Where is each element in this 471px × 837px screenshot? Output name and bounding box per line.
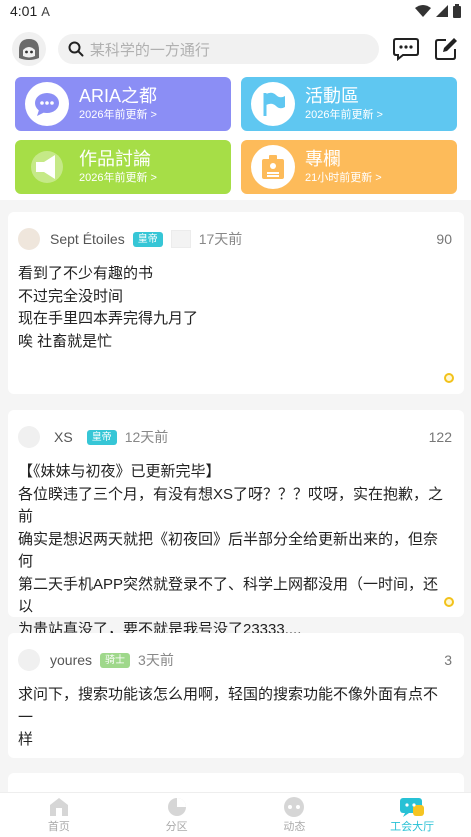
tile-icon-holder [25, 145, 69, 189]
post-author[interactable]: youres [50, 652, 92, 668]
category-updated: 2026年前更新 > [79, 172, 157, 184]
reply-count: 3 [444, 652, 452, 668]
post-line: 【《妹妹与初夜》已更新完毕】 [18, 463, 221, 480]
category-icon [167, 797, 186, 816]
post-card[interactable]: Sept Étoiles 皇帝 17天前 90 看到了不少有趣的书 不过完全没时… [8, 212, 464, 394]
category-column[interactable]: 專欄 21小时前更新 > [241, 140, 457, 194]
category-aria[interactable]: ARIA之都 2026年前更新 > [15, 77, 231, 131]
category-title: ARIA之都 [79, 86, 158, 106]
tile-icon-holder [251, 145, 295, 189]
bottom-nav: 首页 分区 动态 工会大厅 [0, 792, 471, 837]
post-time: 17天前 [198, 231, 243, 247]
status-icons [415, 4, 461, 18]
post-line: 第二天手机APP突然就登录不了、科学上网都没用（一时间，还以 [18, 575, 439, 616]
status-badge: 骑士 [100, 652, 131, 668]
guild-hall-icon [400, 797, 425, 817]
battery-icon [453, 4, 461, 18]
avatar[interactable] [18, 649, 40, 671]
avatar[interactable] [18, 228, 40, 250]
post-line: 确实是想迟两天就把《初夜回》后半部分全给更新出来的，但奈何 [18, 530, 439, 571]
category-grid: ARIA之都 2026年前更新 > 活動區 2026年前更新 > 作品討論 20… [0, 76, 471, 200]
status-time: 4:01 [10, 3, 38, 19]
search-icon [68, 41, 84, 57]
nav-category[interactable]: 分区 [118, 793, 236, 837]
post-header: XS 皇帝 12天前 122 [18, 426, 452, 448]
nav-label: 分区 [165, 820, 188, 833]
category-works[interactable]: 作品討論 2026年前更新 > [15, 140, 231, 194]
post-card[interactable]: youres 骑士 3天前 3 求问下，搜索功能该怎么用啊，轻国的搜索功能不像外… [8, 633, 464, 758]
status-bar: 4:01 A [0, 0, 471, 22]
chat-bubble-icon [35, 93, 59, 116]
wifi-icon [415, 5, 431, 17]
tile-icon-holder [25, 82, 69, 126]
tile-text: 專欄 21小时前更新 > [305, 149, 382, 185]
home-icon [49, 797, 68, 816]
category-updated: 2026年前更新 > [305, 109, 383, 121]
category-updated: 21小时前更新 > [305, 172, 382, 184]
post-line: 样 [18, 731, 34, 748]
edit-icon [435, 38, 458, 60]
reply-count: 90 [436, 231, 452, 247]
status-badge: 皇帝 [86, 429, 117, 445]
post-author[interactable]: XS [54, 429, 73, 445]
nav-label: 工会大厅 [390, 820, 435, 833]
category-activity[interactable]: 活動區 2026年前更新 > [241, 77, 457, 131]
tile-icon-holder [251, 82, 295, 126]
category-title: 作品討論 [79, 149, 151, 169]
post-line: 各位睽违了三个月，有没有想XS了呀？？？哎呀，实在抱歉，之前 [18, 485, 444, 526]
nav-label: 首页 [47, 820, 70, 833]
post-content: 【《妹妹与初夜》已更新完毕】 各位睽违了三个月，有没有想XS了呀？？？哎呀，实在… [18, 461, 450, 641]
compose-button[interactable] [433, 36, 459, 62]
chat-bubble-icon [393, 38, 420, 61]
search-placeholder: 某科学的一方通行 [89, 41, 210, 59]
notification-icon: A [41, 3, 50, 19]
nav-dynamic[interactable]: 动态 [236, 793, 354, 837]
post-card[interactable]: XS 皇帝 12天前 122 【《妹妹与初夜》已更新完毕】 各位睽违了三个月，有… [8, 410, 464, 638]
category-title: 活動區 [305, 86, 359, 106]
category-updated: 2026年前更新 > [79, 109, 157, 121]
search-input[interactable]: 某科学的一方通行 [57, 34, 380, 64]
tile-text: 作品討論 2026年前更新 > [79, 149, 157, 185]
nav-label: 动态 [283, 820, 306, 833]
post-line: 不过完全没时间 [18, 287, 124, 305]
post-time: 12天前 [124, 429, 169, 445]
medal-placeholder [170, 230, 191, 248]
post-header: Sept Étoiles 皇帝 17天前 90 [18, 228, 452, 250]
post-author[interactable]: Sept Étoiles [50, 231, 125, 247]
tile-text: ARIA之都 2026年前更新 > [79, 86, 157, 122]
status-badge: 皇帝 [132, 231, 163, 247]
post-content: 看到了不少有趣的书 不过完全没时间 现在手里四本弄完得九月了 唉 社畜就是忙 [18, 263, 450, 353]
user-avatar[interactable] [12, 32, 46, 66]
flag-icon [263, 92, 285, 116]
nav-home[interactable]: 首页 [0, 793, 118, 837]
signal-icon [436, 5, 448, 17]
message-button[interactable] [393, 36, 420, 62]
badge-icon [262, 155, 284, 179]
megaphone-icon [31, 151, 63, 183]
top-bar: 某科学的一方通行 [0, 22, 471, 76]
reply-count: 122 [428, 429, 452, 445]
dynamic-icon [284, 796, 305, 817]
post-line: 看到了不少有趣的书 [18, 265, 154, 282]
post-line: 求问下，搜索功能该怎么用啊，轻国的搜索功能不像外面有点不一 [18, 686, 439, 726]
post-time: 3天前 [138, 652, 174, 668]
mascot-avatar-icon [18, 39, 39, 60]
nav-guild-hall[interactable]: 工会大厅 [353, 793, 471, 837]
category-title: 專欄 [305, 149, 341, 169]
avatar[interactable] [18, 426, 40, 448]
unread-dot [444, 597, 454, 607]
post-line: 现在手里四本弄完得九月了 [18, 310, 199, 327]
post-content: 求问下，搜索功能该怎么用啊，轻国的搜索功能不像外面有点不一 样 [18, 684, 450, 752]
tile-text: 活動區 2026年前更新 > [305, 86, 383, 122]
post-header: youres 骑士 3天前 3 [18, 649, 452, 671]
post-line: 唉 社畜就是忙 [18, 332, 113, 350]
unread-dot [444, 373, 454, 383]
